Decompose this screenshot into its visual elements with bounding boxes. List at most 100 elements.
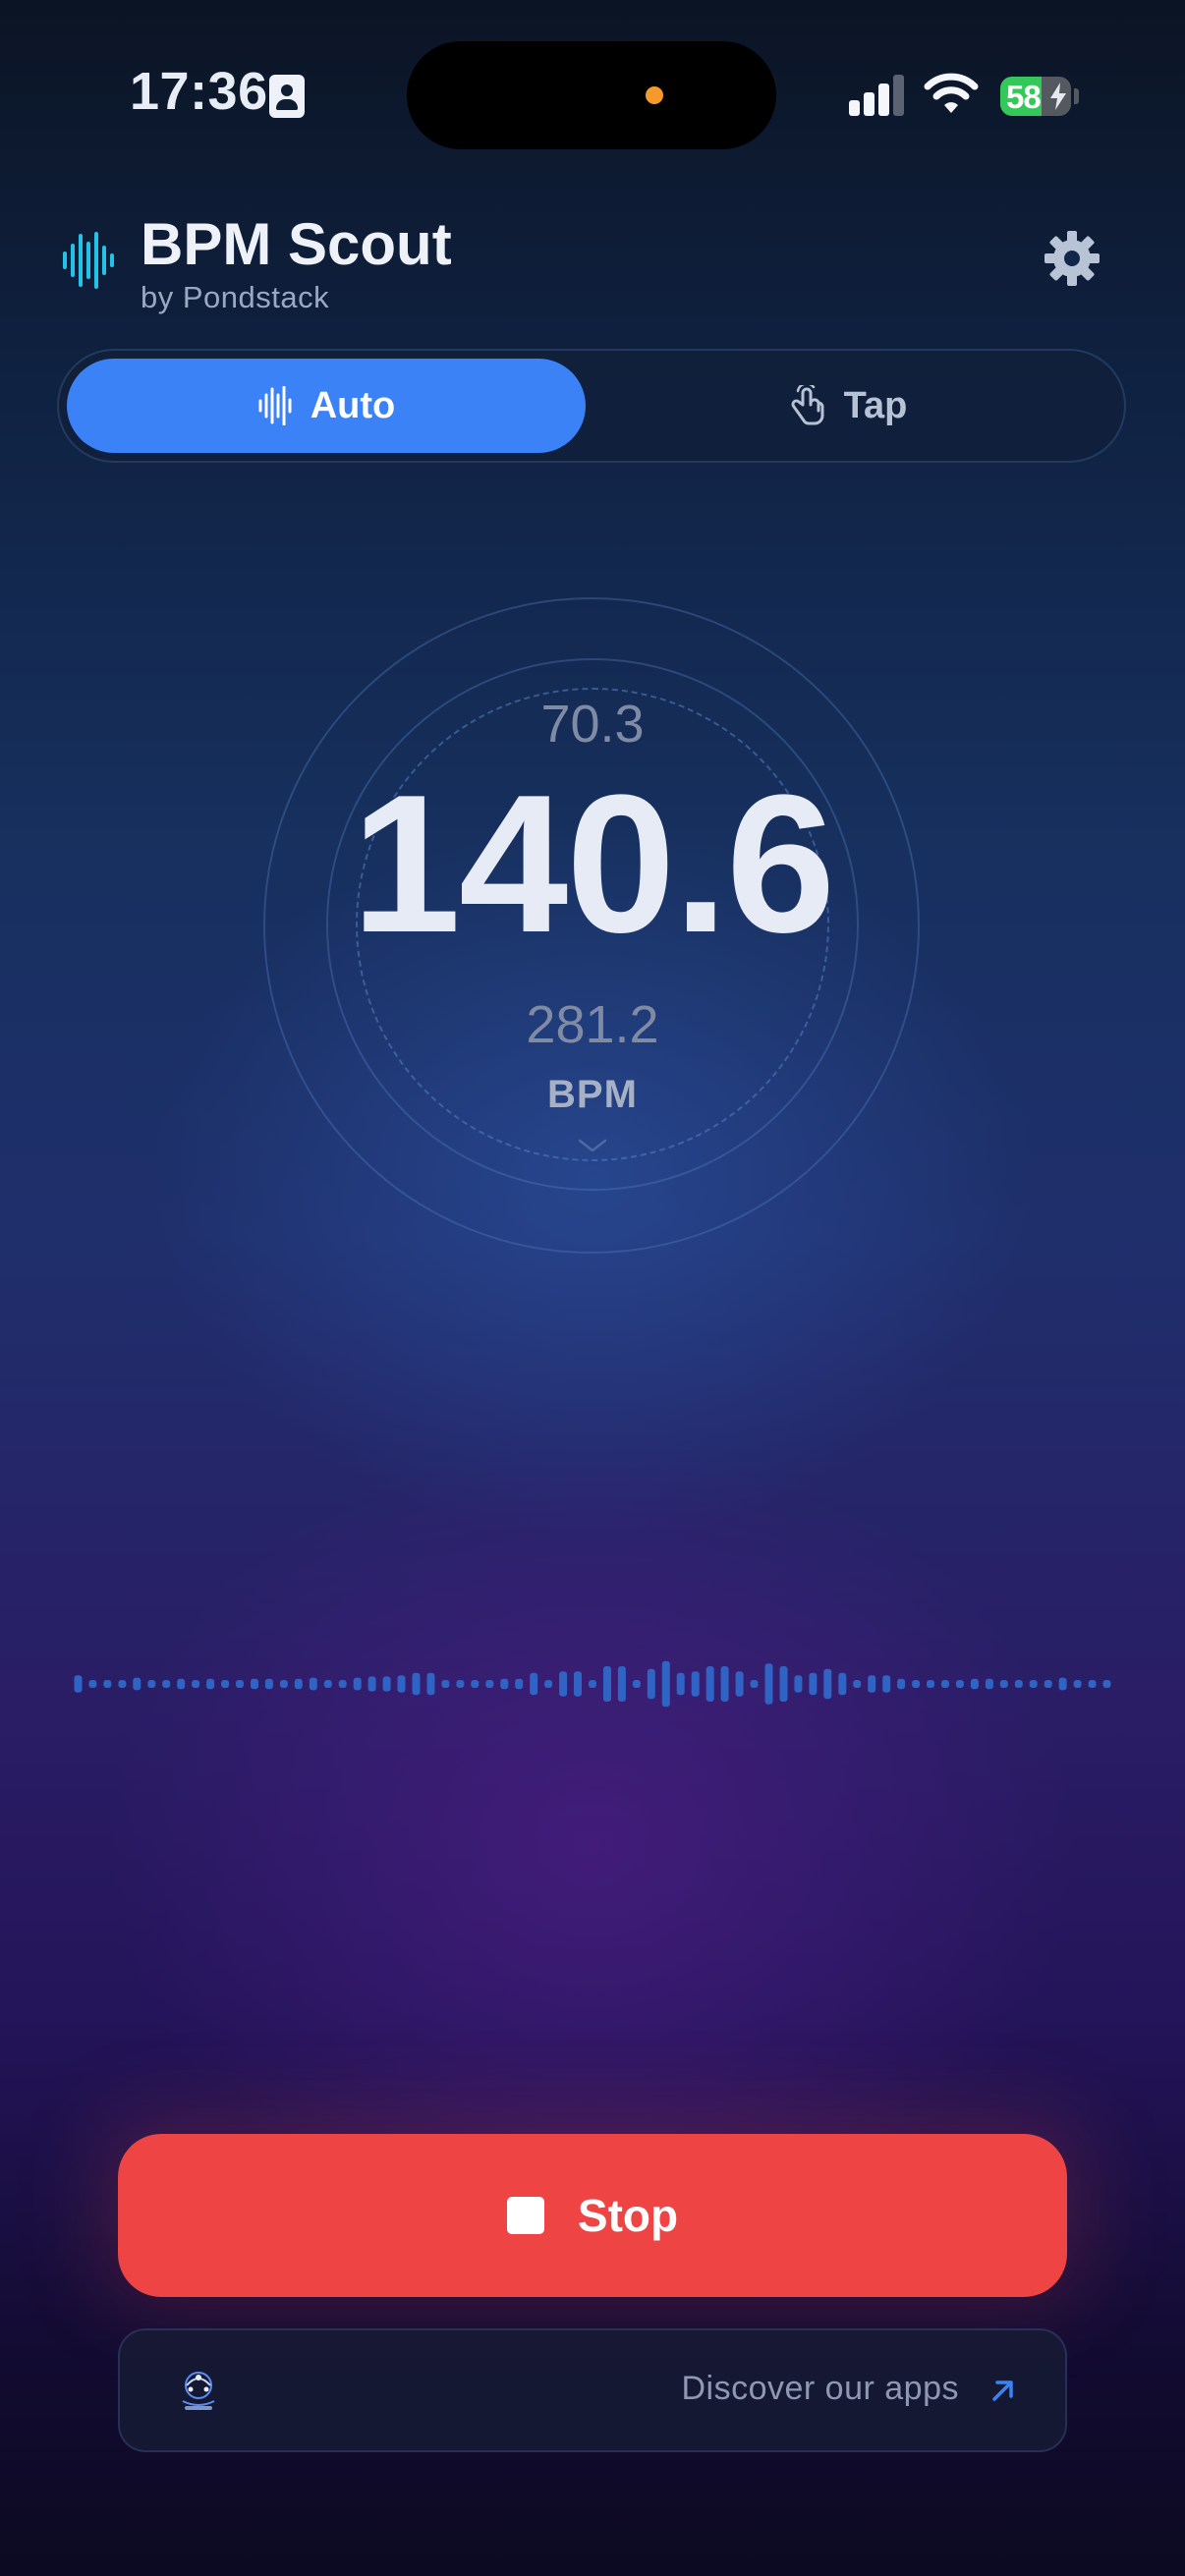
waveform-bar	[471, 1680, 480, 1688]
bpm-value: 140.6	[351, 755, 836, 974]
tab-auto-label: Auto	[310, 384, 396, 426]
waveform-bar	[264, 1678, 273, 1690]
waveform-bar	[999, 1680, 1008, 1688]
waveform-bar	[970, 1678, 979, 1690]
battery-charging-icon: 58	[1000, 77, 1071, 116]
tab-auto[interactable]: Auto	[67, 359, 586, 453]
waveform-bar	[853, 1680, 862, 1688]
gear-icon[interactable]	[1044, 230, 1100, 287]
waveform-bar	[764, 1663, 773, 1705]
stop-label: Stop	[577, 2190, 679, 2241]
waveform-bar	[147, 1680, 156, 1688]
waveform-bar	[1088, 1680, 1097, 1688]
pondstack-logo-icon	[182, 2372, 215, 2410]
waveform-bar	[323, 1680, 332, 1688]
waveform-bar	[309, 1677, 317, 1691]
hand-tap-icon	[791, 385, 824, 425]
waveform-bar	[103, 1680, 112, 1688]
waveform-bar	[735, 1671, 744, 1697]
waveform-bar	[794, 1675, 803, 1693]
battery-level: 58	[1006, 79, 1042, 115]
discover-apps-button[interactable]: Discover our apps	[118, 2328, 1067, 2452]
audio-waveform	[74, 1660, 1111, 1708]
waveform-bar	[809, 1672, 818, 1696]
waveform-bar	[750, 1680, 759, 1688]
waveform-bar	[1044, 1680, 1052, 1688]
half-tempo-value[interactable]: 70.3	[0, 694, 1185, 755]
waveform-bar	[397, 1675, 406, 1693]
waveform-bar	[530, 1672, 538, 1696]
waveform-bar	[177, 1678, 186, 1690]
waveform-bar	[868, 1675, 876, 1693]
waveform-bar	[162, 1680, 171, 1688]
waveform-bar	[603, 1666, 611, 1702]
waveform-bar	[691, 1671, 700, 1697]
status-time: 17:36	[130, 62, 268, 121]
waveform-bar	[544, 1680, 553, 1688]
tab-tap-label: Tap	[843, 384, 908, 426]
waveform-bar	[720, 1666, 729, 1702]
waveform-bar	[1102, 1680, 1111, 1688]
waveform-bar	[838, 1672, 847, 1696]
waveform-logo-icon	[63, 232, 114, 289]
waveform-bar	[912, 1680, 921, 1688]
waveform-bar	[1058, 1677, 1067, 1691]
waveform-bar	[192, 1680, 200, 1688]
dynamic-island	[407, 41, 776, 149]
waveform-bar	[236, 1680, 244, 1688]
waveform-bar	[661, 1660, 670, 1708]
waveform-bar	[485, 1680, 494, 1688]
waveform-bar	[338, 1680, 347, 1688]
waveform-bar	[559, 1671, 568, 1697]
waveform-bar	[1029, 1680, 1038, 1688]
privacy-indicator	[646, 86, 663, 104]
mode-segmented-control: Auto Tap	[57, 349, 1126, 463]
waveform-bar	[1073, 1680, 1082, 1688]
waveform-bar	[456, 1680, 465, 1688]
waveform-bar	[632, 1680, 641, 1688]
id-card-icon	[269, 75, 305, 118]
waveform-bar	[88, 1680, 97, 1688]
waveform-bar	[705, 1666, 714, 1702]
stop-button[interactable]: Stop	[118, 2134, 1067, 2297]
waveform-bar	[294, 1678, 303, 1690]
bolt-icon	[1050, 83, 1066, 110]
waveform-bar	[251, 1678, 258, 1690]
stop-icon	[506, 2197, 544, 2234]
waveform-bar	[955, 1680, 964, 1688]
waveform-bar	[574, 1671, 582, 1697]
waveform-bar	[882, 1675, 891, 1693]
discover-apps-label: Discover our apps	[681, 2370, 959, 2407]
bpm-unit-label: BPM	[547, 1073, 638, 1116]
waveform-bar	[589, 1680, 596, 1688]
waveform-bar	[897, 1678, 906, 1690]
battery-tip	[1074, 88, 1079, 104]
waveform-bar	[676, 1672, 685, 1696]
waveform-bar	[426, 1672, 435, 1696]
tab-tap[interactable]: Tap	[590, 359, 1108, 453]
waveform-bar	[221, 1680, 230, 1688]
waveform-bar	[74, 1675, 83, 1693]
app-subtitle: by Pondstack	[141, 280, 330, 314]
waveform-bar	[647, 1668, 655, 1700]
waveform-bar	[353, 1677, 362, 1691]
waveform-bar	[515, 1678, 524, 1690]
wifi-icon	[924, 73, 979, 113]
waveform-icon	[258, 386, 292, 425]
waveform-bar	[367, 1676, 376, 1692]
signal-icon	[849, 75, 906, 116]
waveform-bar	[1014, 1680, 1023, 1688]
waveform-bar	[927, 1680, 934, 1688]
waveform-bar	[500, 1678, 509, 1690]
double-tempo-value[interactable]: 281.2	[0, 994, 1185, 1055]
waveform-bar	[985, 1678, 993, 1690]
waveform-bar	[118, 1680, 127, 1688]
waveform-bar	[823, 1668, 832, 1700]
waveform-bar	[279, 1680, 288, 1688]
chevron-down-icon[interactable]	[576, 1136, 609, 1155]
waveform-bar	[441, 1680, 450, 1688]
app-title: BPM Scout	[141, 211, 452, 277]
waveform-bar	[779, 1666, 788, 1702]
waveform-bar	[412, 1672, 421, 1696]
waveform-bar	[941, 1680, 949, 1688]
